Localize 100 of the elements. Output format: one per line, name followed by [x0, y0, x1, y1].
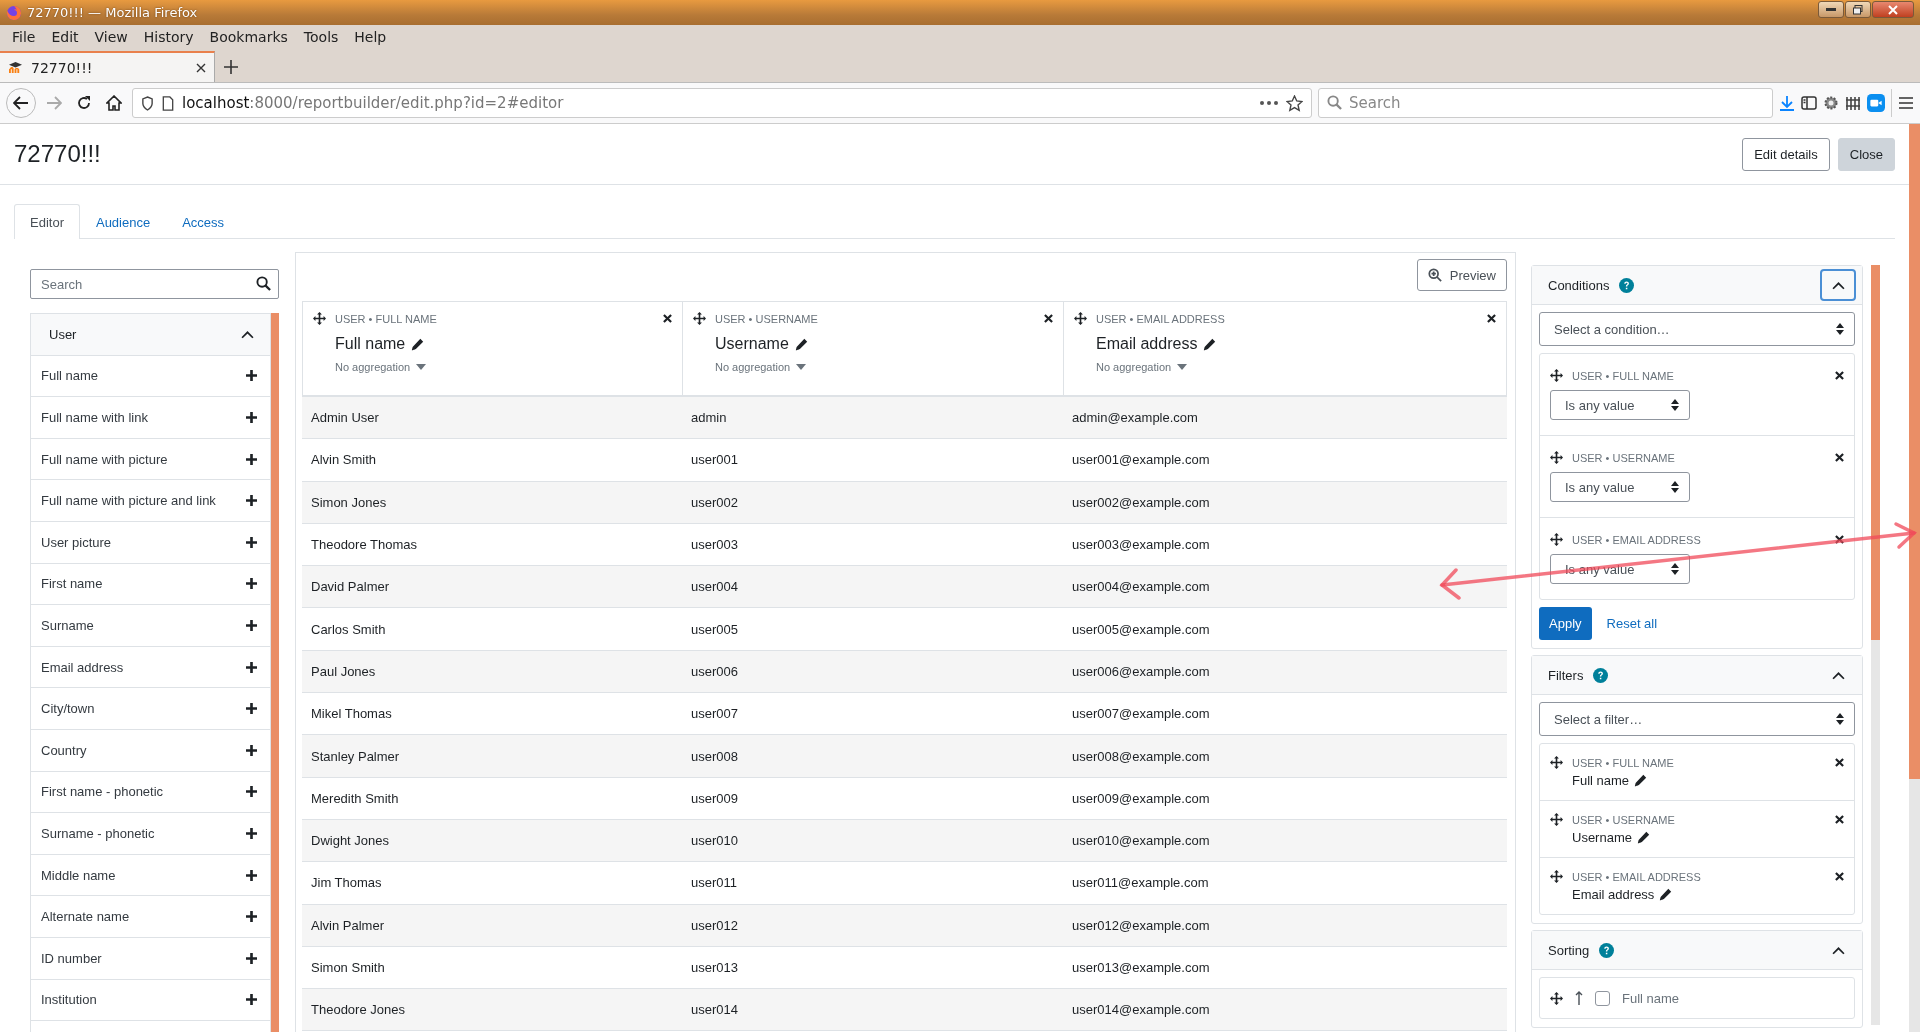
select-dropdown[interactable]: Select a condition… — [1539, 312, 1855, 346]
close-icon[interactable] — [1835, 535, 1844, 544]
aggregation-dropdown[interactable]: No aggregation — [715, 361, 1053, 373]
field-item[interactable]: Alternate name — [31, 896, 270, 938]
sidebar-icon[interactable] — [1801, 96, 1817, 110]
menu-item[interactable]: Edit — [43, 29, 87, 45]
plus-icon[interactable] — [246, 412, 257, 423]
help-icon[interactable] — [1593, 667, 1609, 683]
table-cell-text: Admin User — [310, 410, 380, 426]
menu-item[interactable]: Help — [346, 29, 395, 45]
menu-item[interactable]: File — [4, 29, 44, 45]
plus-icon[interactable] — [246, 952, 257, 964]
tab[interactable]: Access — [166, 204, 241, 239]
plus-icon[interactable] — [246, 619, 257, 631]
select-dropdown[interactable]: Select a filter… — [1539, 702, 1855, 736]
arrow-up-icon[interactable] — [1575, 991, 1583, 1005]
plus-icon[interactable] — [246, 703, 257, 715]
menu-item[interactable]: View — [86, 29, 136, 45]
operator-select[interactable]: Is any value — [1550, 390, 1690, 420]
plus-icon[interactable] — [246, 869, 257, 881]
aggregation-dropdown[interactable]: No aggregation — [1096, 361, 1496, 373]
reset-link[interactable]: Reset all — [1606, 616, 1658, 631]
close-icon[interactable] — [663, 314, 672, 323]
operator-select[interactable]: Is any value — [1550, 472, 1690, 502]
collapse-button[interactable] — [1820, 269, 1856, 301]
close-icon[interactable] — [1835, 453, 1844, 462]
header-button[interactable]: Close — [1837, 137, 1895, 171]
caret-icon[interactable] — [1177, 364, 1188, 370]
star-icon[interactable] — [1286, 94, 1303, 112]
close-icon[interactable] — [1835, 815, 1844, 824]
caret-icon[interactable] — [416, 364, 427, 370]
move-icon — [1550, 451, 1563, 464]
field-item[interactable]: First name — [31, 563, 270, 606]
search-icon[interactable] — [256, 276, 271, 291]
pencil-icon[interactable] — [411, 337, 425, 351]
plus-icon[interactable] — [246, 827, 257, 839]
video-camera-icon[interactable] — [1867, 94, 1885, 112]
search-field[interactable]: Search — [30, 269, 279, 299]
plus-icon[interactable] — [246, 786, 257, 798]
aggregation-dropdown[interactable]: No aggregation — [335, 361, 672, 373]
pencil-icon[interactable] — [1636, 831, 1650, 844]
field-item[interactable]: Surname - phonetic — [31, 813, 270, 855]
field-item[interactable]: First name - phonetic — [31, 771, 270, 814]
close-icon[interactable] — [1835, 758, 1844, 767]
pencil-icon[interactable] — [1634, 774, 1648, 787]
pencil-icon[interactable] — [1203, 337, 1217, 351]
field-item[interactable]: User picture — [31, 521, 270, 564]
pencil-icon[interactable] — [794, 337, 808, 351]
pencil-icon[interactable] — [1659, 888, 1673, 901]
plus-icon[interactable] — [246, 578, 257, 590]
tab[interactable]: Audience — [79, 204, 167, 239]
plus-icon[interactable] — [246, 370, 257, 382]
field-item[interactable]: Full name with link — [31, 397, 270, 439]
field-item[interactable]: Full name — [31, 355, 270, 398]
group-header[interactable]: User — [31, 314, 270, 356]
checkbox[interactable] — [1595, 990, 1610, 1006]
library-icon[interactable] — [1845, 96, 1861, 110]
browser-search-field[interactable]: Search — [1318, 88, 1773, 118]
plus-icon[interactable] — [246, 994, 257, 1006]
close-icon[interactable] — [1835, 872, 1844, 881]
menu-item[interactable]: Tools — [295, 29, 347, 45]
header-button[interactable]: Edit details — [1742, 137, 1830, 171]
plus-icon[interactable] — [246, 495, 257, 507]
plus-icon[interactable] — [246, 744, 257, 756]
move-icon — [693, 312, 706, 325]
plus-icon[interactable] — [246, 911, 257, 923]
caret-icon[interactable] — [796, 364, 807, 370]
field-item[interactable]: Email address — [31, 646, 270, 689]
help-icon[interactable] — [1599, 942, 1615, 958]
menu-icon[interactable] — [1898, 96, 1914, 110]
plus-icon[interactable] — [246, 453, 257, 465]
tab[interactable]: Editor — [14, 204, 80, 239]
field-item[interactable]: City/town — [31, 688, 270, 730]
field-item[interactable]: Middle name — [31, 854, 270, 897]
more-icon[interactable] — [1260, 101, 1278, 105]
plus-icon[interactable] — [246, 536, 257, 548]
restore-button[interactable] — [1845, 1, 1871, 18]
close-tab-icon[interactable] — [196, 62, 206, 73]
browser-tab[interactable]: 72770!!! — [0, 51, 215, 82]
scrollbar-thumb[interactable] — [1909, 124, 1920, 779]
field-item[interactable]: Institution — [31, 979, 270, 1022]
close-icon[interactable] — [1835, 371, 1844, 380]
close-icon[interactable] — [1044, 314, 1053, 323]
field-item[interactable]: Country — [31, 729, 270, 772]
menu-item[interactable]: History — [135, 29, 202, 45]
field-item[interactable]: Full name with picture and link — [31, 480, 270, 522]
field-item[interactable]: Full name with picture — [31, 438, 270, 481]
plus-icon[interactable] — [246, 661, 257, 673]
help-icon[interactable] — [1619, 277, 1635, 293]
close-icon[interactable] — [1487, 314, 1496, 323]
field-item[interactable]: ID number — [31, 937, 270, 980]
close-window-button[interactable] — [1872, 1, 1914, 18]
field-item[interactable]: Surname — [31, 605, 270, 647]
address-bar[interactable]: localhost:8000/reportbuilder/edit.php?id=2#editor — [132, 88, 1312, 118]
menu-item[interactable]: Bookmarks — [201, 29, 296, 45]
minimize-button[interactable] — [1818, 1, 1844, 18]
download-icon[interactable] — [1779, 95, 1795, 111]
preview-button[interactable]: Preview — [1416, 259, 1507, 291]
gear-icon[interactable] — [1823, 95, 1839, 111]
apply-button[interactable]: Apply — [1539, 607, 1592, 640]
